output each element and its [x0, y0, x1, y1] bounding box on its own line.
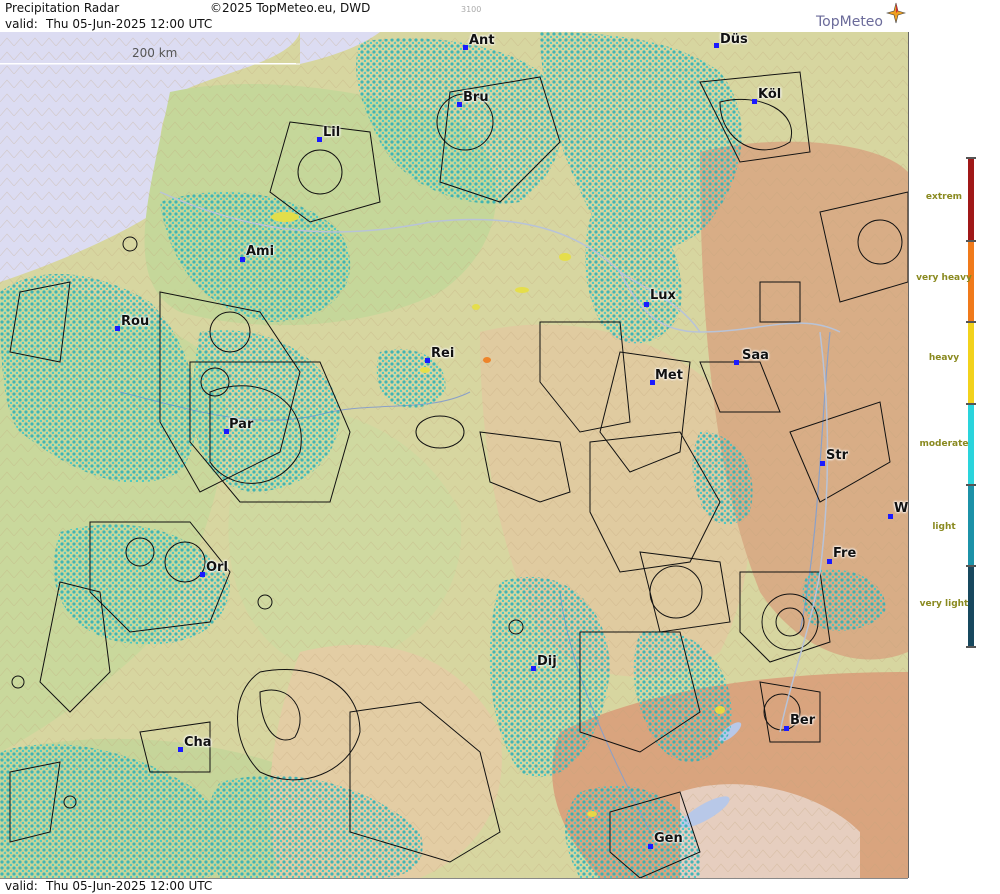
header-bar: Precipitation Radar ©2025 TopMeteo.eu, D…: [0, 0, 908, 33]
city-dot: [425, 358, 430, 363]
copyright-text: ©2025 TopMeteo.eu, DWD: [210, 1, 371, 15]
scale-label: 200 km: [132, 46, 178, 60]
city-dot: [827, 559, 832, 564]
city-label-gen[interactable]: Gen: [654, 831, 683, 846]
legend-label-heavy: heavy: [928, 353, 960, 363]
map-canvas: [0, 32, 908, 878]
city-dot: [648, 844, 653, 849]
city-label-ant[interactable]: Ant: [469, 33, 495, 48]
city-dot: [531, 666, 536, 671]
city-dot: [820, 461, 825, 466]
city-dot: [178, 747, 183, 752]
city-dot: [714, 43, 719, 48]
legend-swatch-heavy: [968, 323, 974, 403]
city-label-dus[interactable]: Düs: [720, 32, 748, 47]
legend-label-light: light: [932, 522, 956, 532]
city-label-w[interactable]: W: [894, 501, 908, 516]
legend-tick: [966, 646, 976, 648]
city-label-str[interactable]: Str: [826, 448, 848, 463]
legend-label-very-light: very light: [919, 599, 969, 609]
city-dot: [463, 45, 468, 50]
city-label-met[interactable]: Met: [655, 368, 683, 383]
city-label-lux[interactable]: Lux: [650, 288, 676, 303]
city-dot: [752, 99, 757, 104]
city-label-kol[interactable]: Köl: [758, 87, 781, 102]
footer-bar: valid: Thu 05-Jun-2025 12:00 UTC: [0, 878, 908, 894]
footer-valid-time: Thu 05-Jun-2025 12:00 UTC: [46, 879, 213, 893]
city-label-ber[interactable]: Ber: [790, 713, 815, 728]
city-label-saa[interactable]: Saa: [742, 348, 769, 363]
map-title: Precipitation Radar: [5, 1, 120, 15]
city-label-fre[interactable]: Fre: [833, 546, 856, 561]
city-dot: [317, 137, 322, 142]
city-label-cha[interactable]: Cha: [184, 735, 212, 750]
city-dot: [457, 102, 462, 107]
footer-valid-label: valid:: [5, 879, 38, 893]
city-label-ami[interactable]: Ami: [246, 244, 274, 259]
city-label-bru[interactable]: Bru: [463, 90, 489, 105]
city-dot: [888, 514, 893, 519]
legend-label-extrem: extrem: [925, 192, 963, 202]
valid-time: Thu 05-Jun-2025 12:00 UTC: [46, 17, 213, 31]
altitude-hint: 3100: [461, 5, 482, 14]
city-label-par[interactable]: Par: [229, 417, 253, 432]
scale-bar: [0, 63, 296, 64]
city-label-rou[interactable]: Rou: [121, 314, 149, 329]
city-label-dij[interactable]: Dij: [537, 654, 557, 669]
city-dot: [240, 257, 245, 262]
city-label-lil[interactable]: Lil: [323, 125, 340, 140]
legend-label-moderate: moderate: [919, 439, 969, 449]
radar-map[interactable]: 200 km Ant Düs Bru Köl Lil Ami Rou Rei L…: [0, 32, 909, 878]
city-dot: [200, 572, 205, 577]
valid-label: valid:: [5, 17, 38, 31]
compass-star-icon: [886, 2, 906, 24]
city-label-rei[interactable]: Rei: [431, 346, 454, 361]
city-label-orl[interactable]: Orl: [206, 560, 228, 575]
intensity-legend: extrem very heavy heavy moderate light v…: [909, 0, 1000, 893]
city-dot: [644, 302, 649, 307]
topmeteo-logo[interactable]: TopMeteo: [816, 14, 883, 30]
city-dot: [115, 326, 120, 331]
city-dot: [784, 726, 789, 731]
legend-label-very-heavy: very heavy: [916, 273, 972, 283]
city-dot: [734, 360, 739, 365]
